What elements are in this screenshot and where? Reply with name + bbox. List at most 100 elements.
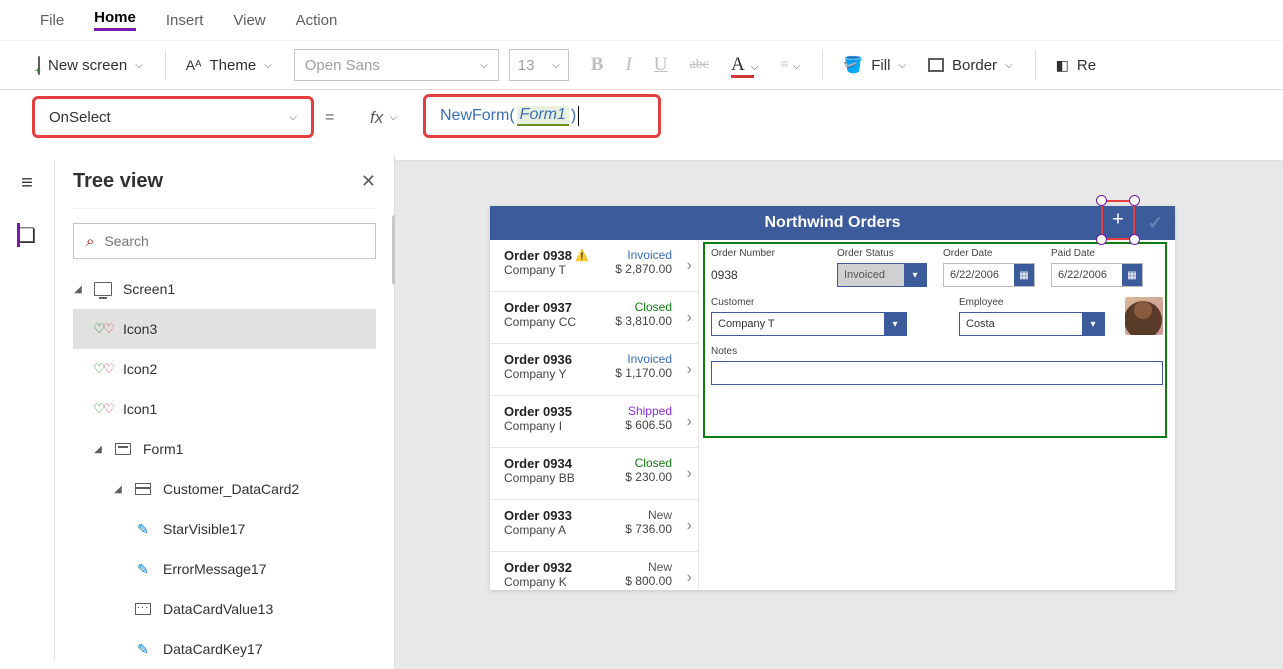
chevron-down-icon: ▾ [904, 264, 926, 286]
menu-insert[interactable]: Insert [166, 12, 204, 29]
tree-node-errormessage[interactable]: ✎ ErrorMessage17 [73, 549, 376, 589]
form-icon [115, 443, 131, 455]
warning-icon: ⚠️ [575, 249, 589, 262]
tree-node-datacardkey[interactable]: ✎ DataCardKey17 [73, 629, 376, 669]
order-list[interactable]: Order 0938⚠️Company TInvoiced$ 2,870.00›… [490, 240, 699, 590]
hamburger-icon[interactable]: ≡ [21, 172, 33, 195]
tree-title: Tree view [73, 170, 163, 193]
close-icon[interactable]: ✕ [361, 171, 376, 192]
paid-date-input[interactable]: 6/22/2006▦ [1051, 263, 1143, 287]
tree-node-screen1[interactable]: ◢ Screen1 [73, 269, 376, 309]
field-label: Order Number [711, 248, 821, 259]
caret-icon[interactable]: ◢ [113, 484, 123, 495]
bold-button[interactable]: B [591, 54, 604, 76]
chevron-right-icon: › [687, 309, 692, 327]
caret-icon[interactable]: ◢ [93, 444, 103, 455]
strike-button[interactable]: abc [690, 57, 709, 73]
chevron-right-icon: › [687, 465, 692, 483]
app-header: Northwind Orders + ✓ [490, 206, 1175, 240]
border-button[interactable]: Border⌵ [928, 57, 1013, 74]
formula-bar: OnSelect⌵ = fx⌵ NewForm( Form1 ) [0, 90, 1283, 145]
chevron-right-icon: › [687, 413, 692, 431]
toolbar: + New screen⌵ Aᴬ Theme⌵ Open Sans⌵ 13⌵ B… [0, 40, 1283, 90]
menu-view[interactable]: View [233, 12, 265, 29]
field-label: Employee [959, 297, 1109, 308]
align-button[interactable]: ≡⌵ [780, 57, 800, 74]
field-customer: Customer Company T▾ [711, 297, 911, 336]
field-label: Customer [711, 297, 911, 308]
order-status-select[interactable]: Invoiced▾ [837, 263, 927, 287]
notes-input[interactable] [711, 361, 1163, 385]
screen-icon [94, 282, 112, 296]
tree-node-datacardvalue[interactable]: DataCardValue13 [73, 589, 376, 629]
theme-icon: Aᴬ [186, 57, 202, 73]
font-size-select[interactable]: 13⌵ [509, 49, 569, 81]
menu-home[interactable]: Home [94, 9, 136, 31]
order-item[interactable]: Order 0938⚠️Company TInvoiced$ 2,870.00› [490, 240, 698, 292]
search-input[interactable] [104, 233, 363, 249]
tree-node-form1[interactable]: ◢ Form1 [73, 429, 376, 469]
font-color-button[interactable]: A⌵ [731, 54, 758, 76]
icon-group-icon: ♡♡ [93, 321, 113, 337]
field-label: Order Status [837, 248, 927, 259]
add-icon-selection[interactable]: + [1101, 200, 1135, 240]
icon-group-icon: ♡♡ [93, 361, 113, 377]
check-icon[interactable]: ✓ [1148, 213, 1163, 234]
field-order-number: Order Number 0938 [711, 248, 821, 287]
underline-button[interactable]: U [654, 54, 668, 76]
reorder-icon: ◧ [1056, 57, 1069, 74]
employee-avatar [1125, 297, 1163, 335]
chevron-right-icon: › [687, 569, 692, 587]
tree-node-icon3[interactable]: ♡♡ Icon3 [73, 309, 376, 349]
tree-node-icon2[interactable]: ♡♡ Icon2 [73, 349, 376, 389]
plus-icon: + [1112, 209, 1124, 232]
icon-group-icon: ♡♡ [93, 401, 113, 417]
property-select[interactable]: OnSelect⌵ [32, 96, 314, 138]
calendar-icon: ▦ [1014, 264, 1034, 286]
fill-button[interactable]: 🪣 Fill⌵ [843, 55, 906, 75]
order-item[interactable]: Order 0935Company IShipped$ 606.50› [490, 396, 698, 448]
field-label: Paid Date [1051, 248, 1143, 259]
left-rail: ≡ ❏ [0, 160, 55, 660]
resize-handle[interactable] [1129, 234, 1140, 245]
formula-input[interactable]: NewForm( Form1 ) [423, 94, 661, 138]
calendar-icon: ▦ [1122, 264, 1142, 286]
resize-handle[interactable] [1096, 234, 1107, 245]
tree-node-starvisible[interactable]: ✎ StarVisible17 [73, 509, 376, 549]
tree-search[interactable]: ⌕ [73, 223, 376, 259]
tree-node-icon1[interactable]: ♡♡ Icon1 [73, 389, 376, 429]
italic-button[interactable]: I [625, 54, 631, 76]
fx-button[interactable]: fx⌵ [370, 108, 397, 128]
resize-handle[interactable] [1129, 195, 1140, 206]
menu-action[interactable]: Action [296, 12, 338, 29]
field-order-date: Order Date 6/22/2006▦ [943, 248, 1035, 287]
order-item[interactable]: Order 0933Company ANew$ 736.00› [490, 500, 698, 552]
order-item[interactable]: Order 0937Company CCClosed$ 3,810.00› [490, 292, 698, 344]
label-icon: ✎ [133, 641, 153, 658]
theme-button[interactable]: Aᴬ Theme⌵ [186, 57, 272, 74]
label-icon: ✎ [133, 521, 153, 538]
menu-file[interactable]: File [40, 12, 64, 29]
order-item[interactable]: Order 0934Company BBClosed$ 230.00› [490, 448, 698, 500]
font-select[interactable]: Open Sans⌵ [294, 49, 499, 81]
chevron-down-icon: ▾ [1082, 313, 1104, 335]
order-item[interactable]: Order 0936Company YInvoiced$ 1,170.00› [490, 344, 698, 396]
toolbar-divider [1035, 50, 1036, 80]
new-screen-button[interactable]: + New screen⌵ [38, 57, 143, 74]
order-date-input[interactable]: 6/22/2006▦ [943, 263, 1035, 287]
tree-view-icon[interactable]: ❏ [18, 223, 36, 248]
toolbar-divider [822, 50, 823, 80]
customer-select[interactable]: Company T▾ [711, 312, 907, 336]
resize-handle[interactable] [1096, 195, 1107, 206]
tree-node-datacard[interactable]: ◢ Customer_DataCard2 [73, 469, 376, 509]
label-icon: ✎ [133, 561, 153, 578]
order-item[interactable]: Order 0932Company KNew$ 800.00› [490, 552, 698, 590]
caret-icon[interactable]: ◢ [73, 284, 83, 295]
reorder-button[interactable]: ◧ Re [1056, 57, 1096, 74]
employee-select[interactable]: Costa▾ [959, 312, 1105, 336]
order-form: Order Number 0938 Order Status Invoiced▾… [699, 240, 1175, 590]
datacard-icon [135, 483, 151, 495]
field-order-status: Order Status Invoiced▾ [837, 248, 927, 287]
chevron-right-icon: › [687, 361, 692, 379]
app-title: Northwind Orders [764, 214, 900, 232]
